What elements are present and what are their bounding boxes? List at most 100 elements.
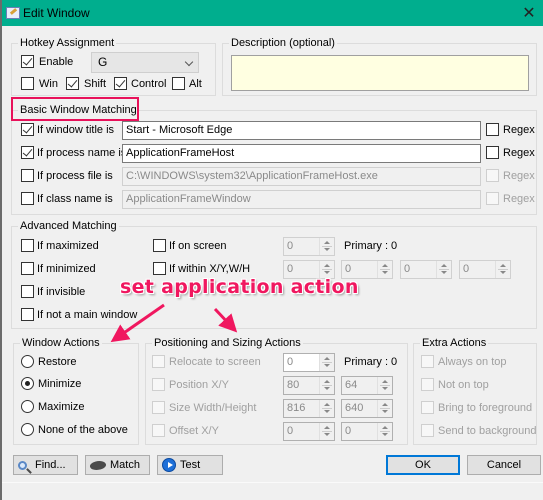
spinner-arrows-icon[interactable]: [319, 400, 334, 417]
bring-to-foreground-checkbox[interactable]: [421, 401, 434, 414]
hotkey-key-value: G: [98, 55, 108, 69]
match-button[interactable]: Match: [85, 455, 150, 475]
cancel-button[interactable]: Cancel: [467, 455, 541, 475]
test-button[interactable]: Test: [157, 455, 223, 475]
process-name-regex-label: Regex: [503, 147, 535, 159]
window-title-input[interactable]: Start - Microsoft Edge: [122, 121, 481, 140]
class-name-input[interactable]: ApplicationFrameWindow: [122, 190, 481, 209]
relocate-spinner[interactable]: 0: [283, 353, 335, 372]
annotation-text: set application action: [120, 276, 359, 298]
if-on-screen-label: If on screen: [169, 240, 227, 252]
close-icon: ✕: [522, 5, 536, 22]
if-within-checkbox[interactable]: [153, 262, 166, 275]
process-name-regex-checkbox[interactable]: [486, 146, 499, 159]
alt-modifier-label: Alt: [189, 78, 202, 90]
window-title-checkbox[interactable]: [21, 123, 34, 136]
process-file-checkbox[interactable]: [21, 169, 34, 182]
on-screen-spinner[interactable]: 0: [283, 237, 335, 256]
process-file-input[interactable]: C:\WINDOWS\system32\ApplicationFrameHost…: [122, 167, 481, 186]
description-input[interactable]: [231, 55, 529, 91]
hotkey-assignment-label: Hotkey Assignment: [18, 37, 117, 50]
position-xy-checkbox[interactable]: [152, 378, 165, 391]
if-minimized-checkbox[interactable]: [21, 262, 34, 275]
window-title-regex-checkbox[interactable]: [486, 123, 499, 136]
spinner-arrows-icon[interactable]: [377, 377, 392, 394]
relocate-checkbox[interactable]: [152, 355, 165, 368]
if-minimized-label: If minimized: [37, 263, 96, 275]
find-button-label: Find...: [35, 459, 66, 471]
if-on-screen-checkbox[interactable]: [153, 239, 166, 252]
test-button-label: Test: [180, 459, 201, 471]
enable-hotkey-checkbox[interactable]: [21, 55, 34, 68]
close-button[interactable]: ✕: [517, 2, 541, 24]
ok-button[interactable]: OK: [386, 455, 460, 475]
hotkey-key-select[interactable]: G: [91, 52, 199, 73]
spinner-arrows-icon[interactable]: [319, 354, 334, 371]
spinner-arrows-icon[interactable]: [377, 261, 392, 278]
size-height-value: 640: [345, 402, 364, 414]
shift-modifier-checkbox[interactable]: [66, 77, 79, 90]
on-screen-primary-label: Primary : 0: [344, 240, 398, 252]
if-not-main-window-label: If not a main window: [37, 309, 138, 321]
win-modifier-label: Win: [39, 78, 58, 90]
win-modifier-checkbox[interactable]: [21, 77, 34, 90]
if-not-main-window-checkbox[interactable]: [21, 308, 34, 321]
size-width-spinner[interactable]: 816: [283, 399, 335, 418]
size-height-spinner[interactable]: 640: [341, 399, 393, 418]
offset-y-value: 0: [345, 425, 352, 437]
send-to-background-checkbox[interactable]: [421, 424, 434, 437]
maximize-radio[interactable]: [21, 400, 34, 413]
if-invisible-checkbox[interactable]: [21, 285, 34, 298]
restore-label: Restore: [38, 356, 77, 368]
position-y-spinner[interactable]: 64: [341, 376, 393, 395]
find-button[interactable]: Find...: [13, 455, 78, 475]
control-modifier-checkbox[interactable]: [114, 77, 127, 90]
edit-window-app-icon: [6, 7, 20, 19]
minimize-radio[interactable]: [21, 377, 34, 390]
class-name-regex-checkbox[interactable]: [486, 192, 499, 205]
title-bar: Edit Window ✕: [2, 0, 543, 26]
bring-to-foreground-label: Bring to foreground: [438, 402, 533, 414]
offset-y-spinner[interactable]: 0: [341, 422, 393, 441]
spinner-arrows-icon[interactable]: [319, 377, 334, 394]
spinner-arrows-icon[interactable]: [377, 423, 392, 440]
window-title-regex-label: Regex: [503, 124, 535, 136]
window-actions-label: Window Actions: [20, 337, 102, 350]
position-x-spinner[interactable]: 80: [283, 376, 335, 395]
within-w-spinner[interactable]: 0: [400, 260, 452, 279]
within-h-spinner[interactable]: 0: [459, 260, 511, 279]
not-on-top-checkbox[interactable]: [421, 378, 434, 391]
if-invisible-label: If invisible: [37, 286, 86, 298]
play-icon: [162, 458, 176, 472]
edit-window-dialog: Edit Window ✕ Hotkey Assignment Enable G…: [0, 0, 543, 500]
spinner-arrows-icon[interactable]: [319, 238, 334, 255]
process-name-checkbox[interactable]: [21, 146, 34, 159]
if-maximized-checkbox[interactable]: [21, 239, 34, 252]
advanced-matching-label: Advanced Matching: [18, 220, 119, 233]
alt-modifier-checkbox[interactable]: [172, 77, 185, 90]
process-name-label: If process name is: [37, 147, 127, 159]
process-file-regex-label: Regex: [503, 170, 535, 182]
window-title-label: If window title is: [37, 124, 115, 136]
spinner-arrows-icon[interactable]: [436, 261, 451, 278]
spinner-arrows-icon[interactable]: [377, 400, 392, 417]
offset-xy-checkbox[interactable]: [152, 424, 165, 437]
process-file-regex-checkbox[interactable]: [486, 169, 499, 182]
control-modifier-label: Control: [131, 78, 167, 90]
highlight-box: [11, 97, 139, 121]
size-width-value: 816: [287, 402, 306, 414]
description-label: Description (optional): [229, 37, 337, 50]
maximize-label: Maximize: [38, 401, 85, 413]
offset-x-spinner[interactable]: 0: [283, 422, 335, 441]
spinner-arrows-icon[interactable]: [319, 423, 334, 440]
class-name-checkbox[interactable]: [21, 192, 34, 205]
none-of-the-above-radio[interactable]: [21, 423, 34, 436]
always-on-top-checkbox[interactable]: [421, 355, 434, 368]
process-name-input[interactable]: ApplicationFrameHost: [122, 144, 481, 163]
ok-button-label: OK: [415, 459, 431, 471]
size-wh-checkbox[interactable]: [152, 401, 165, 414]
spinner-arrows-icon[interactable]: [495, 261, 510, 278]
not-on-top-label: Not on top: [438, 379, 489, 391]
relocate-primary-label: Primary : 0: [344, 356, 398, 368]
restore-radio[interactable]: [21, 355, 34, 368]
